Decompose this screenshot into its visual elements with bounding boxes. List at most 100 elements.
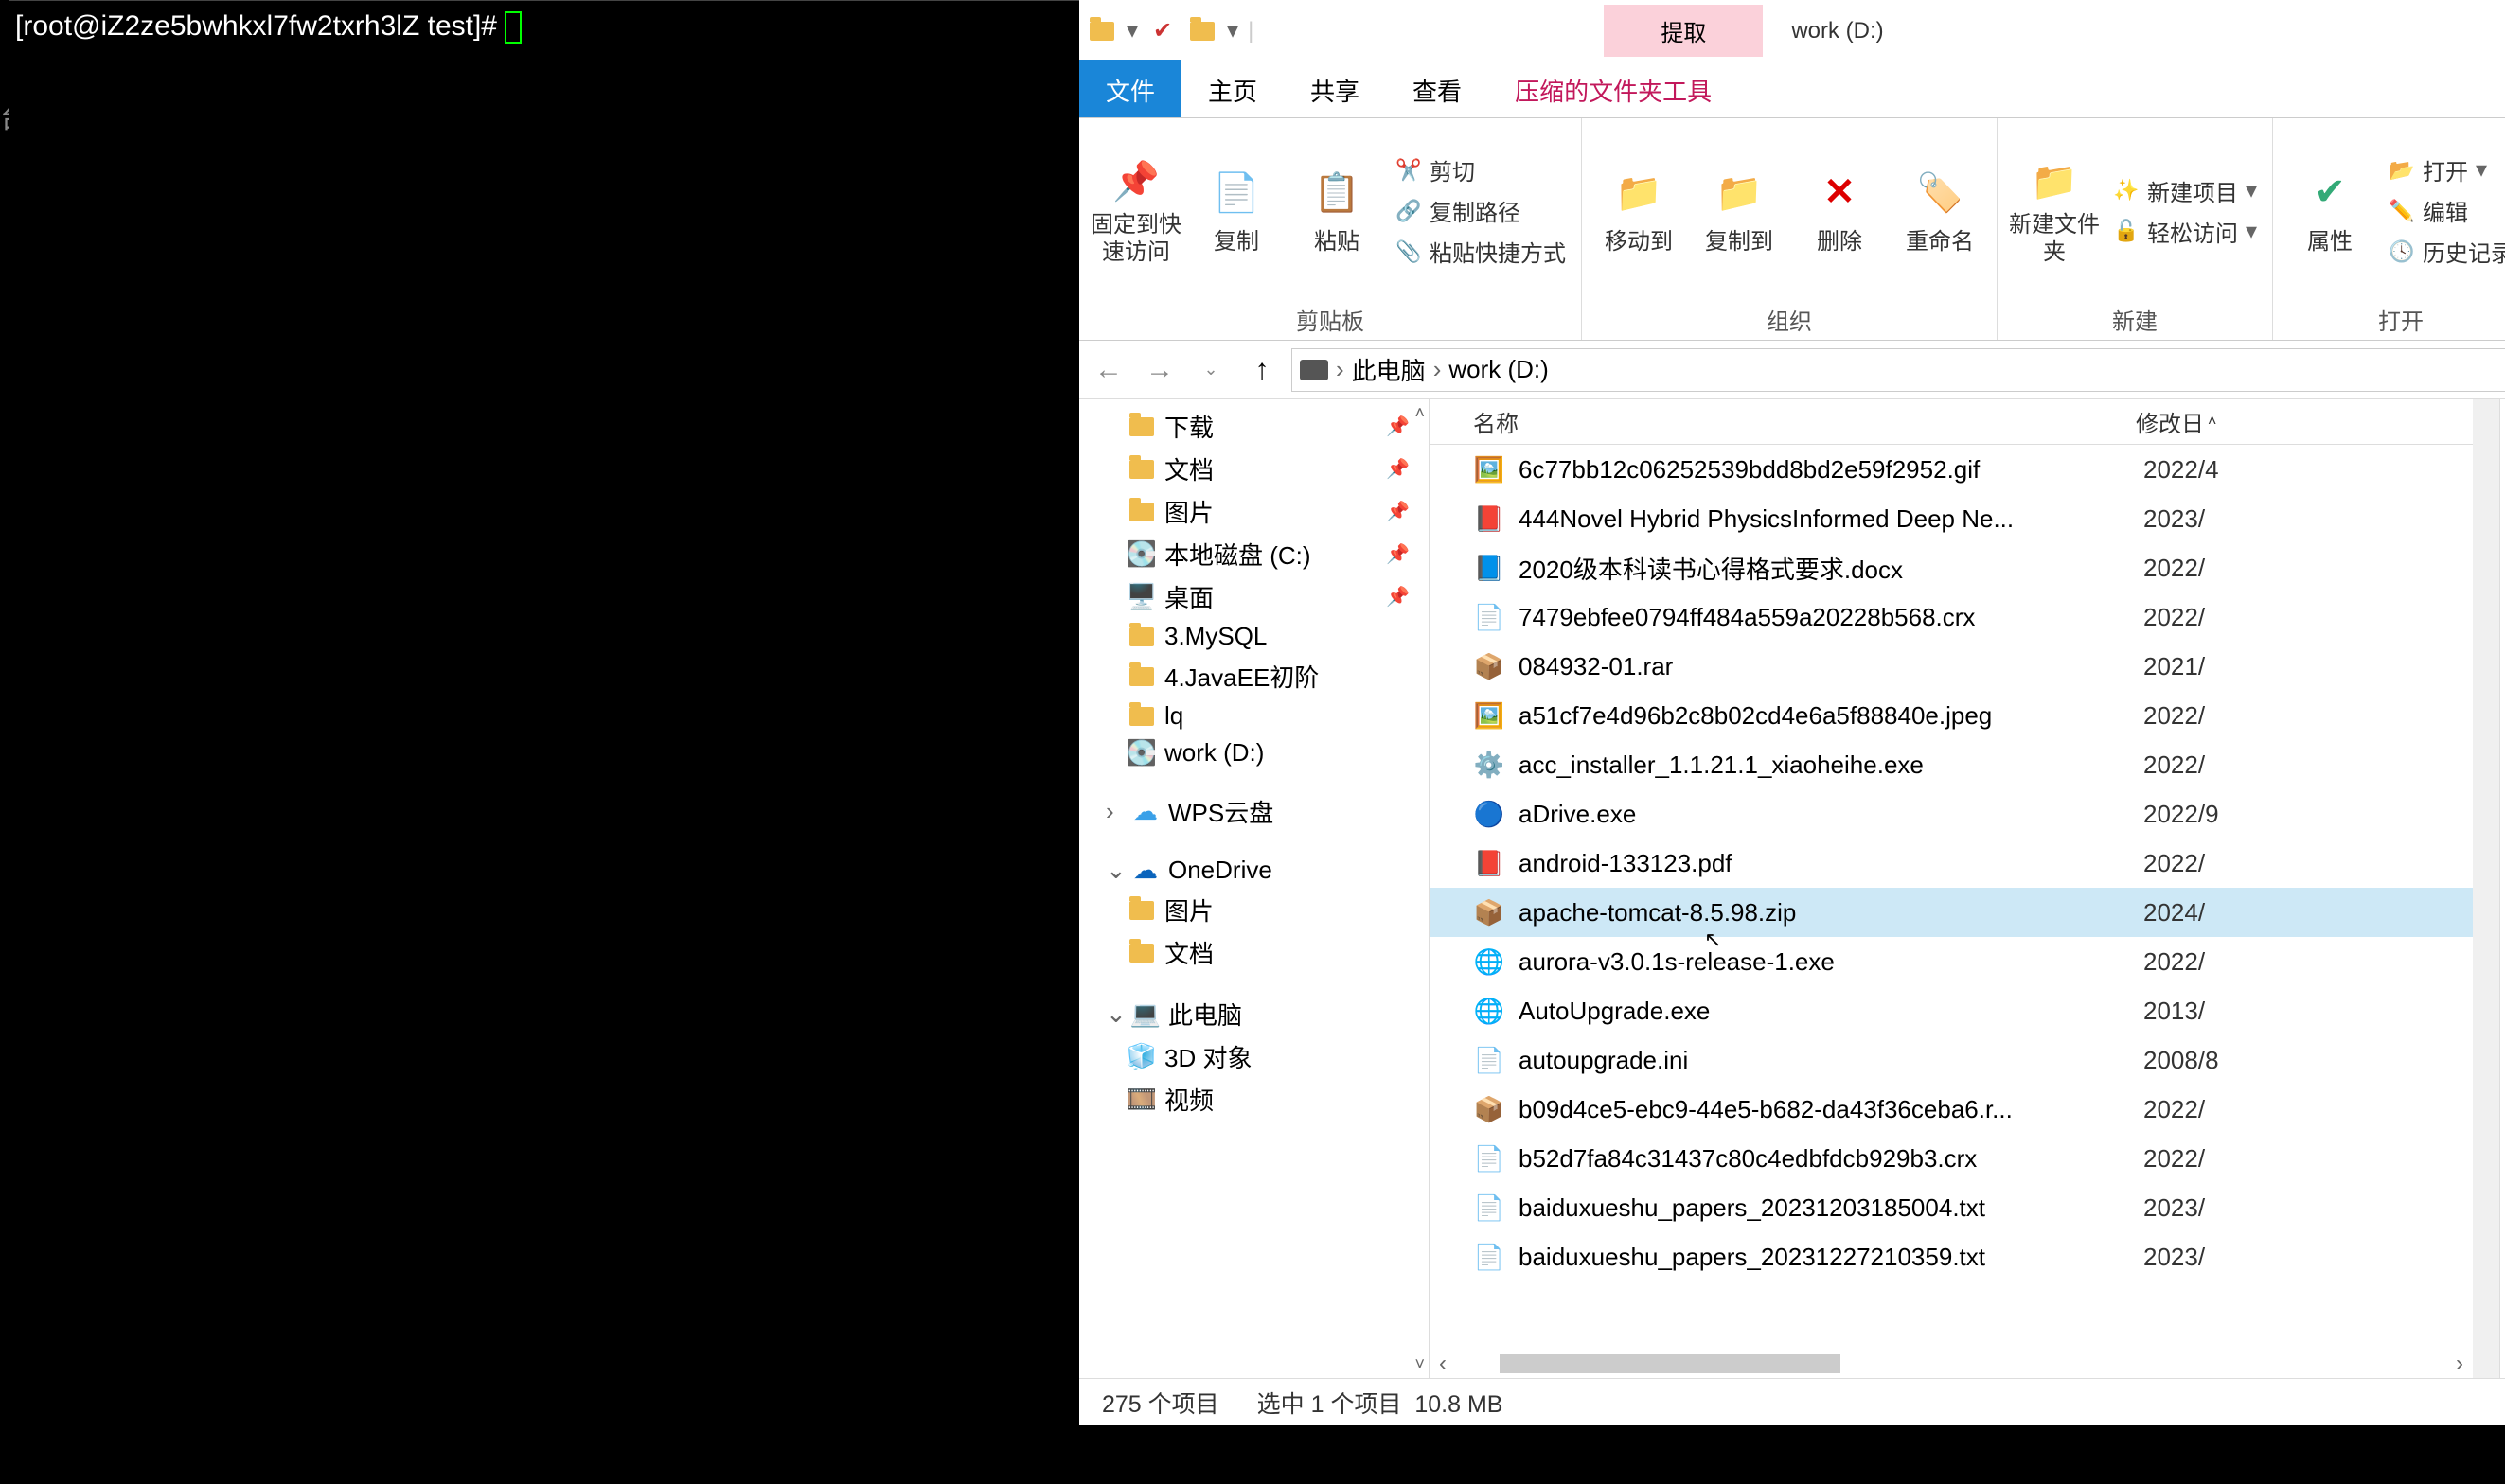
open-icon: 📂 — [2389, 157, 2415, 184]
nav-c-drive[interactable]: 💽本地磁盘 (C:)📌 — [1079, 533, 1429, 575]
nav-wps-cloud[interactable]: ›☁WPS云盘 — [1079, 790, 1429, 833]
nav-mysql[interactable]: 3.MySQL — [1079, 618, 1429, 655]
file-row[interactable]: 🖼️a51cf7e4d96b2c8b02cd4e6a5f88840e.jpeg2… — [1430, 691, 2473, 740]
column-date[interactable]: 修改日˄ — [2136, 405, 2216, 438]
file-row[interactable]: 📘2020级本科读书心得格式要求.docx2022/ — [1430, 543, 2473, 592]
history-button[interactable]: 🕓历史记录 — [2383, 233, 2505, 270]
drive-icon: 💽 — [1128, 541, 1155, 568]
file-row[interactable]: 📕android-133123.pdf2022/ — [1430, 839, 2473, 888]
scroll-left-icon[interactable]: ‹ — [1430, 1351, 1456, 1377]
nav-pictures[interactable]: 图片📌 — [1079, 490, 1429, 533]
file-row[interactable]: 📦084932-01.rar2021/ — [1430, 642, 2473, 691]
file-name: 084932-01.rar — [1519, 652, 2143, 681]
file-date: 2023/ — [2143, 1243, 2205, 1272]
file-row[interactable]: ⚙️acc_installer_1.1.21.1_xiaoheihe.exe20… — [1430, 740, 2473, 789]
nav-forward-button[interactable]: → — [1138, 348, 1181, 392]
file-row[interactable]: 🌐aurora-v3.0.1s-release-1.exe2022/ — [1430, 937, 2473, 986]
paste-button[interactable]: 📋 粘贴 — [1289, 166, 1384, 256]
titlebar: ▾ ✔ ▾ | 提取 work (D:) — [1079, 0, 2505, 62]
file-row[interactable]: 📄b52d7fa84c31437c80c4edbfdcb929b3.crx202… — [1430, 1134, 2473, 1183]
easy-access-button[interactable]: 🔓轻松访问 ▾ — [2107, 213, 2263, 250]
file-row[interactable]: 🔵 aDrive.exe2022/9 — [1430, 789, 2473, 839]
nav-recent-dropdown[interactable]: ⌄ — [1189, 348, 1233, 392]
copy-path-button[interactable]: 🔗复制路径 — [1390, 192, 1572, 229]
pin-to-quick-access-button[interactable]: 📌 固定到快速访问 — [1089, 155, 1183, 267]
qat-dropdown2-icon[interactable]: ▾ — [1227, 17, 1238, 44]
nav-downloads[interactable]: 下载📌 — [1079, 405, 1429, 448]
copy-to-button[interactable]: 📁复制到 — [1692, 166, 1786, 256]
scroll-right-icon[interactable]: › — [2446, 1351, 2473, 1377]
horizontal-scrollbar[interactable]: ‹ › — [1430, 1350, 2473, 1378]
nav-javaee[interactable]: 4.JavaEE初阶 — [1079, 655, 1429, 698]
qat-folder-icon[interactable] — [1187, 16, 1217, 46]
file-name: aDrive.exe — [1519, 800, 2143, 829]
file-row[interactable]: 🖼️6c77bb12c06252539bdd8bd2e59f2952.gif20… — [1430, 445, 2473, 494]
terminal[interactable]: [root@iZ2ze5bwhkxl7fw2txrh3lZ test]# — [9, 0, 1079, 1427]
nav-up-button[interactable]: ↑ — [1240, 348, 1284, 392]
edit-button[interactable]: ✏️编辑 — [2383, 192, 2505, 229]
nav-this-pc[interactable]: ⌄💻此电脑 — [1079, 993, 1429, 1035]
vertical-scrollbar[interactable] — [2473, 399, 2499, 1378]
chevron-right-icon[interactable]: › — [1332, 355, 1348, 384]
column-name[interactable]: 名称 — [1473, 405, 2136, 438]
new-item-button[interactable]: ✨新建项目 ▾ — [2107, 172, 2263, 209]
folder-icon — [1128, 897, 1155, 924]
ribbon: 📌 固定到快速访问 📄 复制 📋 粘贴 ✂️剪切 🔗复制路径 📎粘 — [1079, 118, 2505, 341]
file-date: 2022/ — [2143, 603, 2205, 632]
file-row[interactable]: 📦b09d4ce5-ebc9-44e5-b682-da43f36ceba6.r.… — [1430, 1085, 2473, 1134]
nav-videos[interactable]: 🎞️视频 — [1079, 1078, 1429, 1121]
tab-zip-tools[interactable]: 压缩的文件夹工具 — [1488, 60, 1738, 117]
nav-documents[interactable]: 文档📌 — [1079, 448, 1429, 490]
file-row[interactable]: 📄7479ebfee0794ff484a559a20228b568.crx202… — [1430, 592, 2473, 642]
open-button[interactable]: 📂打开 ▾ — [2383, 151, 2505, 188]
nav-od-docs[interactable]: 文档 — [1079, 931, 1429, 974]
breadcrumb-this-pc[interactable]: 此电脑 — [1352, 352, 1426, 387]
navigation-pane[interactable]: ˄ 下载📌 文档📌 图片📌 💽本地磁盘 (C:)📌 🖥️桌面📌 3.MySQL … — [1079, 399, 1430, 1378]
file-row[interactable]: 📄baiduxueshu_papers_20231203185004.txt20… — [1430, 1183, 2473, 1232]
tab-view[interactable]: 查看 — [1386, 60, 1488, 117]
drive-icon — [1300, 360, 1328, 380]
paste-shortcut-button[interactable]: 📎粘贴快捷方式 — [1390, 233, 1572, 270]
tab-file[interactable]: 文件 — [1079, 60, 1181, 117]
breadcrumb[interactable]: › 此电脑 › work (D:) ⌄ — [1291, 348, 2505, 392]
tab-home[interactable]: 主页 — [1181, 60, 1284, 117]
nav-scroll-up-icon[interactable]: ˄ — [1414, 403, 1425, 423]
delete-button[interactable]: ✕删除 — [1792, 166, 1887, 256]
nav-onedrive[interactable]: ⌄☁OneDrive — [1079, 852, 1429, 889]
file-row[interactable]: 📦apache-tomcat-8.5.98.zip2024/ — [1430, 888, 2473, 937]
file-row[interactable]: 📄autoupgrade.ini2008/8 — [1430, 1035, 2473, 1085]
nav-scroll-down-icon[interactable]: ˅ — [1414, 1354, 1425, 1374]
nav-back-button[interactable]: ← — [1087, 348, 1130, 392]
properties-button[interactable]: ✔属性 — [2283, 166, 2377, 256]
new-folder-button[interactable]: 📁新建文件夹 — [2007, 155, 2102, 267]
scrollbar-thumb[interactable] — [1500, 1354, 1840, 1373]
file-row[interactable]: 📄baiduxueshu_papers_20231227210359.txt20… — [1430, 1232, 2473, 1281]
nav-3d-objects[interactable]: 🧊3D 对象 — [1079, 1035, 1429, 1078]
move-to-button[interactable]: 📁移动到 — [1591, 166, 1686, 256]
contextual-tab-extract[interactable]: 提取 — [1604, 5, 1763, 57]
cut-button[interactable]: ✂️剪切 — [1390, 151, 1572, 188]
chevron-right-icon[interactable]: › — [1430, 355, 1446, 384]
nav-lq[interactable]: lq — [1079, 698, 1429, 734]
file-row[interactable]: 📕444Novel Hybrid PhysicsInformed Deep Ne… — [1430, 494, 2473, 543]
tab-share[interactable]: 共享 — [1284, 60, 1386, 117]
file-date: 2022/ — [2143, 554, 2205, 583]
nav-od-pictures[interactable]: 图片 — [1079, 889, 1429, 931]
file-list[interactable]: ↖ 🖼️6c77bb12c06252539bdd8bd2e59f2952.gif… — [1430, 445, 2473, 1350]
stray-char: 台 — [0, 95, 9, 137]
file-date: 2022/9 — [2143, 800, 2219, 829]
copy-button[interactable]: 📄 复制 — [1189, 166, 1284, 256]
nav-desktop[interactable]: 🖥️桌面📌 — [1079, 575, 1429, 618]
qat-properties-icon[interactable]: ✔ — [1147, 16, 1178, 46]
clipboard-group-label: 剪贴板 — [1296, 297, 1364, 338]
address-bar: ← → ⌄ ↑ › 此电脑 › work (D:) ⌄ ↻ 🔍 — [1079, 341, 2505, 399]
rename-button[interactable]: 🏷️重命名 — [1892, 166, 1987, 256]
file-row[interactable]: 🌐AutoUpgrade.exe2013/ — [1430, 986, 2473, 1035]
new-group-label: 新建 — [2112, 297, 2158, 338]
breadcrumb-drive[interactable]: work (D:) — [1448, 355, 1548, 384]
qat-dropdown-icon[interactable]: ▾ — [1127, 17, 1138, 44]
nav-work-drive[interactable]: 💽work (D:) — [1079, 734, 1429, 771]
pin-icon: 📌 — [1386, 457, 1421, 481]
file-type-icon: 📦 — [1473, 650, 1505, 682]
file-type-icon: 🔵 — [1473, 798, 1505, 830]
